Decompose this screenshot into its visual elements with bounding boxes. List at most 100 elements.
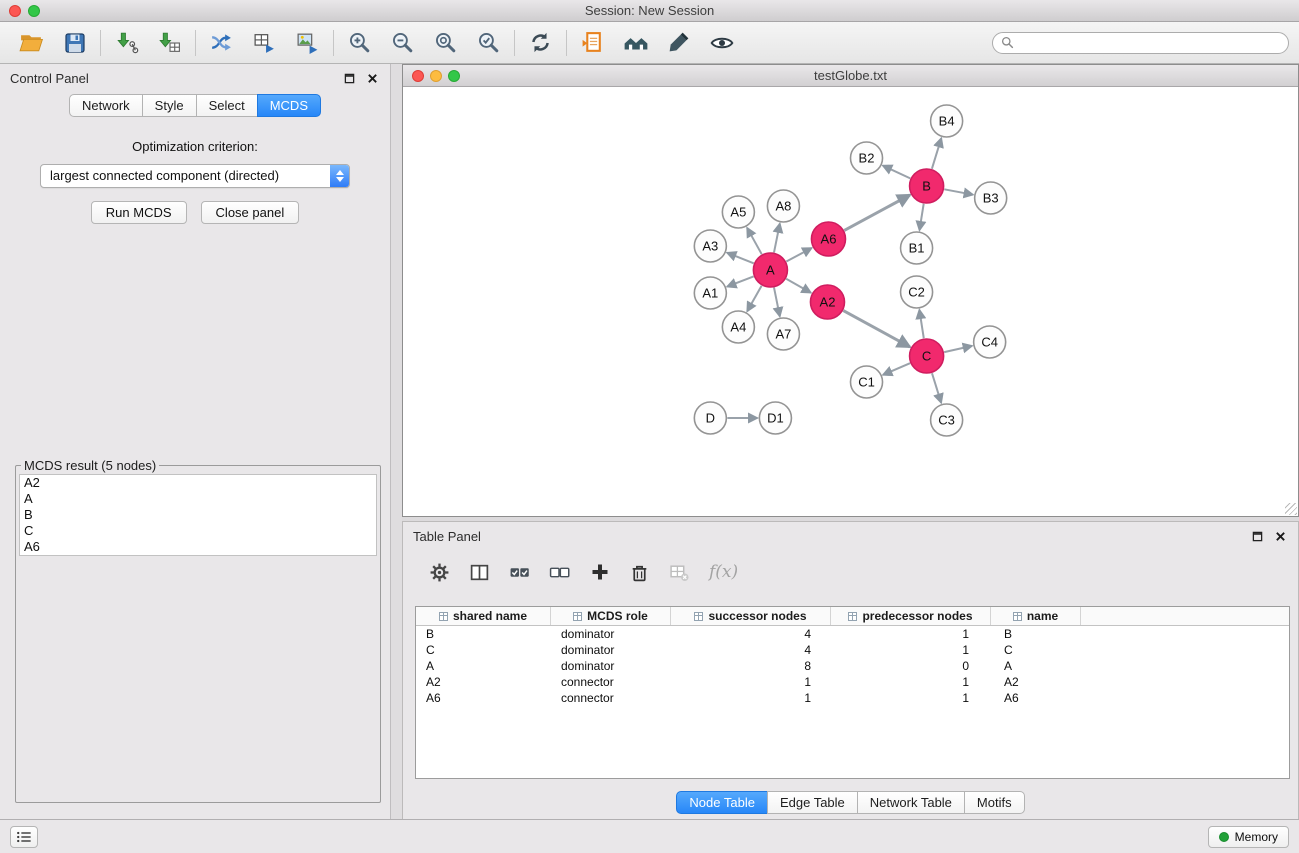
- edge-A-A3[interactable]: [727, 253, 754, 264]
- column-header-shared-name[interactable]: shared name: [416, 607, 551, 625]
- search-box[interactable]: [992, 32, 1289, 54]
- network-canvas[interactable]: B4B2BB3A5A8A6B1A3AC2A1A2A4A7C4CC1C3DD1: [403, 87, 1298, 516]
- zoom-selected-button[interactable]: [467, 26, 510, 60]
- graph-node-B2[interactable]: B2: [851, 142, 883, 174]
- close-panel-button-x[interactable]: [364, 70, 380, 86]
- network-minimize-button[interactable]: [430, 70, 442, 82]
- function-builder-button[interactable]: f(x): [701, 562, 738, 582]
- mcds-result-item[interactable]: A: [20, 491, 376, 507]
- graph-node-A2[interactable]: A2: [810, 285, 844, 319]
- edge-A-A1[interactable]: [727, 276, 753, 286]
- toggle-columns-button[interactable]: [461, 556, 498, 588]
- edge-C-C4[interactable]: [944, 346, 972, 352]
- graph-node-C[interactable]: C: [910, 339, 944, 373]
- graph-node-D1[interactable]: D1: [759, 402, 791, 434]
- export-image-button[interactable]: [286, 26, 329, 60]
- column-header-name[interactable]: name: [991, 607, 1081, 625]
- graph-node-C1[interactable]: C1: [851, 366, 883, 398]
- network-view[interactable]: B4B2BB3A5A8A6B1A3AC2A1A2A4A7C4CC1C3DD1: [403, 87, 1298, 516]
- titlebar[interactable]: Session: New Session: [0, 0, 1299, 22]
- graph-node-B[interactable]: B: [910, 169, 944, 203]
- float-panel-button[interactable]: [341, 70, 357, 86]
- float-table-panel-button[interactable]: [1249, 528, 1265, 544]
- table-row-A6[interactable]: A6connector11A6: [416, 690, 1289, 706]
- column-settings-button[interactable]: [421, 556, 458, 588]
- close-window-button[interactable]: [9, 5, 21, 17]
- run-mcds-button[interactable]: Run MCDS: [91, 201, 187, 224]
- import-table-button[interactable]: [148, 26, 191, 60]
- graph-node-A8[interactable]: A8: [767, 190, 799, 222]
- home-button[interactable]: [614, 26, 657, 60]
- edge-A-A8[interactable]: [774, 224, 780, 253]
- graph-node-B1[interactable]: B1: [901, 232, 933, 264]
- import-network-button[interactable]: [105, 26, 148, 60]
- edge-B-B2[interactable]: [883, 166, 910, 179]
- edge-A-A5[interactable]: [747, 228, 762, 254]
- graph-node-A7[interactable]: A7: [767, 318, 799, 350]
- zoom-out-button[interactable]: [381, 26, 424, 60]
- table-tab-edge-table[interactable]: Edge Table: [767, 791, 858, 814]
- mcds-result-list[interactable]: A2ABCA6: [19, 474, 377, 556]
- graph-node-D[interactable]: D: [694, 402, 726, 434]
- graph-node-B4[interactable]: B4: [931, 105, 963, 137]
- graph-node-A6[interactable]: A6: [811, 222, 845, 256]
- delete-table-button[interactable]: [661, 556, 698, 588]
- memory-button[interactable]: Memory: [1208, 826, 1289, 848]
- graph-node-B3[interactable]: B3: [975, 182, 1007, 214]
- graph-node-A3[interactable]: A3: [694, 230, 726, 262]
- create-column-button[interactable]: [581, 556, 618, 588]
- graph-node-C2[interactable]: C2: [901, 276, 933, 308]
- column-header-successor-nodes[interactable]: successor nodes: [671, 607, 831, 625]
- delete-columns-button[interactable]: [621, 556, 658, 588]
- control-tab-select[interactable]: Select: [196, 94, 258, 117]
- graph-node-C4[interactable]: C4: [974, 326, 1006, 358]
- search-input[interactable]: [1019, 36, 1280, 50]
- save-session-button[interactable]: [53, 26, 96, 60]
- graph-node-C3[interactable]: C3: [931, 404, 963, 436]
- edge-B-B1[interactable]: [919, 204, 923, 230]
- zoom-fit-button[interactable]: [424, 26, 467, 60]
- edge-C-C1[interactable]: [883, 363, 910, 375]
- open-document-button[interactable]: [571, 26, 614, 60]
- network-zoom-button[interactable]: [448, 70, 460, 82]
- task-history-button[interactable]: [10, 826, 38, 848]
- column-header-MCDS-role[interactable]: MCDS role: [551, 607, 671, 625]
- select-all-rows-button[interactable]: [501, 556, 538, 588]
- mcds-result-item[interactable]: A6: [20, 539, 376, 555]
- export-table-button[interactable]: [243, 26, 286, 60]
- control-tab-mcds[interactable]: MCDS: [257, 94, 321, 117]
- optimization-dropdown[interactable]: largest connected component (directed): [40, 164, 350, 188]
- graph-node-A5[interactable]: A5: [722, 196, 754, 228]
- table-tab-network-table[interactable]: Network Table: [857, 791, 965, 814]
- edge-C-C3[interactable]: [932, 373, 941, 403]
- dropdown-stepper-icon[interactable]: [330, 165, 349, 187]
- control-tab-network[interactable]: Network: [69, 94, 143, 117]
- edge-B-B4[interactable]: [932, 138, 941, 169]
- apply-layout-button[interactable]: [519, 26, 562, 60]
- edge-A2-C[interactable]: [843, 311, 910, 347]
- edge-A-A2[interactable]: [786, 279, 811, 293]
- zoom-in-button[interactable]: [338, 26, 381, 60]
- edge-A-A7[interactable]: [774, 288, 780, 317]
- edge-A-A6[interactable]: [786, 248, 811, 262]
- resize-grip[interactable]: [1285, 503, 1297, 515]
- network-window-titlebar[interactable]: testGlobe.txt: [403, 65, 1298, 87]
- close-panel-button[interactable]: Close panel: [201, 201, 300, 224]
- mcds-result-item[interactable]: A2: [20, 475, 376, 491]
- edge-B-B3[interactable]: [944, 189, 973, 194]
- mcds-result-item[interactable]: B: [20, 507, 376, 523]
- zoom-window-button[interactable]: [28, 5, 40, 17]
- table-tab-motifs[interactable]: Motifs: [964, 791, 1025, 814]
- edge-A-A4[interactable]: [747, 286, 761, 312]
- column-header-predecessor-nodes[interactable]: predecessor nodes: [831, 607, 991, 625]
- annotations-button[interactable]: [657, 26, 700, 60]
- mcds-result-item[interactable]: C: [20, 523, 376, 539]
- graph-node-A[interactable]: A: [753, 253, 787, 287]
- deselect-all-rows-button[interactable]: [541, 556, 578, 588]
- edge-C-C2[interactable]: [919, 310, 923, 338]
- network-arrows-button[interactable]: [200, 26, 243, 60]
- graph-node-A1[interactable]: A1: [694, 277, 726, 309]
- show-hide-button[interactable]: [700, 26, 743, 60]
- close-table-panel-button[interactable]: [1272, 528, 1288, 544]
- table-tab-node-table[interactable]: Node Table: [676, 791, 768, 814]
